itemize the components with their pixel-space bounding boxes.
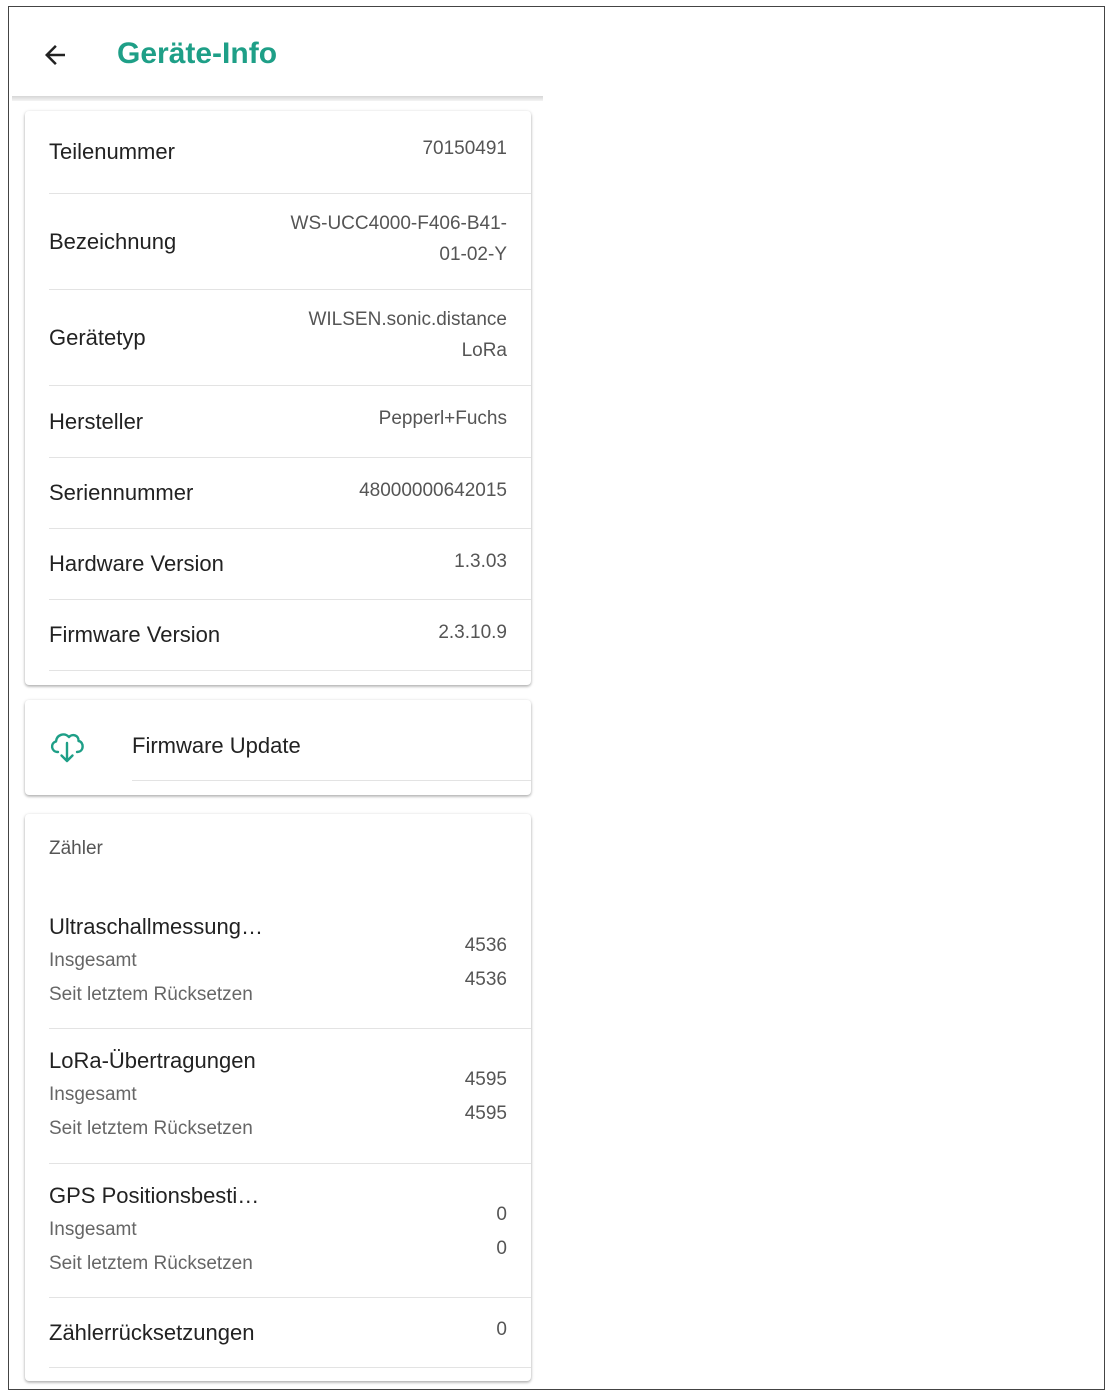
info-label: Seriennummer — [49, 480, 194, 505]
info-value-line: Pepperl+Fuchs — [378, 408, 507, 429]
counter-total-label: Insgesamt — [49, 1219, 137, 1240]
info-value: 48000000642015 — [359, 475, 507, 506]
info-label: Hardware Version — [49, 551, 224, 576]
counter-total-label: Insgesamt — [49, 950, 137, 971]
divider — [132, 780, 531, 781]
firmware-update-button[interactable]: Firmware Update — [25, 700, 531, 795]
info-row-seriennummer: Seriennummer 48000000642015 — [49, 458, 531, 529]
info-value: WS-UCC4000-F406-B41- 01-02-Y — [291, 208, 507, 270]
counter-title: GPS Positionsbesti… — [49, 1183, 260, 1208]
counter-title: LoRa-Übertragungen — [49, 1048, 256, 1073]
app-bar: Geräte-Info — [12, 12, 543, 98]
counter-title: Ultraschallmessung… — [49, 914, 263, 939]
info-value-line: 2.3.10.9 — [438, 621, 507, 643]
info-value-line: WS-UCC4000-F406-B41- — [290, 212, 507, 234]
info-row-geraetetyp: Gerätetyp WILSEN.sonic.distance LoRa — [49, 290, 531, 386]
info-row-hersteller: Hersteller Pepperl+Fuchs — [49, 386, 531, 458]
info-row-teilenummer: Teilenummer 70150491 — [49, 111, 531, 194]
counter-total-label: Insgesamt — [49, 1084, 137, 1105]
arrow-left-icon — [45, 45, 65, 65]
counter-resets-label: Zählerrücksetzungen — [49, 1319, 255, 1345]
counter-reset-label: Seit letztem Rücksetzen — [49, 1253, 253, 1274]
counter-resets-row: Zählerrücksetzungen 0 — [49, 1298, 531, 1368]
info-value: 2.3.10.9 — [438, 617, 507, 648]
info-value: 1.3.03 — [454, 546, 507, 577]
info-label: Bezeichnung — [49, 228, 177, 254]
counter-reset-value: 4536 — [464, 969, 507, 990]
counter-total-value: 4536 — [464, 935, 507, 956]
info-value: WILSEN.sonic.distance LoRa — [308, 304, 507, 366]
info-row-bezeichnung: Bezeichnung WS-UCC4000-F406-B41- 01-02-Y — [49, 194, 531, 290]
back-button[interactable] — [38, 38, 72, 72]
info-label: Teilenummer — [49, 139, 175, 164]
counter-reset-label: Seit letztem Rücksetzen — [49, 984, 253, 1005]
info-value-line: 1.3.03 — [454, 550, 507, 572]
app-bar-shadow — [12, 96, 543, 101]
info-value: 70150491 — [422, 133, 507, 164]
firmware-update-label: Firmware Update — [132, 733, 301, 758]
info-value-line: 70150491 — [422, 137, 507, 159]
counter-resets-value: 0 — [496, 1319, 507, 1340]
counters-card: Zähler Ultraschallmessung… Insgesamt Sei… — [25, 814, 531, 1381]
info-label: Gerätetyp — [49, 324, 146, 350]
info-row-hardware-version: Hardware Version 1.3.03 — [49, 529, 531, 600]
info-label: Firmware Version — [49, 622, 221, 647]
counter-row-ultraschall: Ultraschallmessung… Insgesamt Seit letzt… — [49, 911, 531, 1029]
info-value-line: WILSEN.sonic.distance — [308, 308, 507, 330]
page-title: Geräte-Info — [117, 37, 278, 70]
info-value-line: 48000000642015 — [359, 479, 507, 501]
info-row-firmware-version: Firmware Version 2.3.10.9 — [49, 600, 531, 671]
info-value-line: 01-02-Y — [439, 243, 507, 265]
section-title: Zähler — [49, 838, 103, 859]
counter-row-gps: GPS Positionsbesti… Insgesamt Seit letzt… — [49, 1180, 531, 1298]
counter-total-value: 0 — [496, 1204, 507, 1225]
counter-row-lora: LoRa-Übertragungen Insgesamt Seit letzte… — [49, 1045, 531, 1164]
counter-reset-label: Seit letztem Rücksetzen — [49, 1118, 253, 1139]
counter-total-value: 4595 — [464, 1069, 507, 1090]
info-label: Hersteller — [49, 408, 144, 434]
info-value-line: LoRa — [461, 339, 507, 361]
counter-reset-value: 4595 — [464, 1103, 507, 1124]
device-info-card: Teilenummer 70150491 Bezeichnung WS-UCC4… — [25, 111, 531, 685]
info-value: Pepperl+Fuchs — [379, 403, 507, 434]
counter-reset-value: 0 — [496, 1238, 507, 1259]
cloud-download-icon — [50, 733, 84, 763]
